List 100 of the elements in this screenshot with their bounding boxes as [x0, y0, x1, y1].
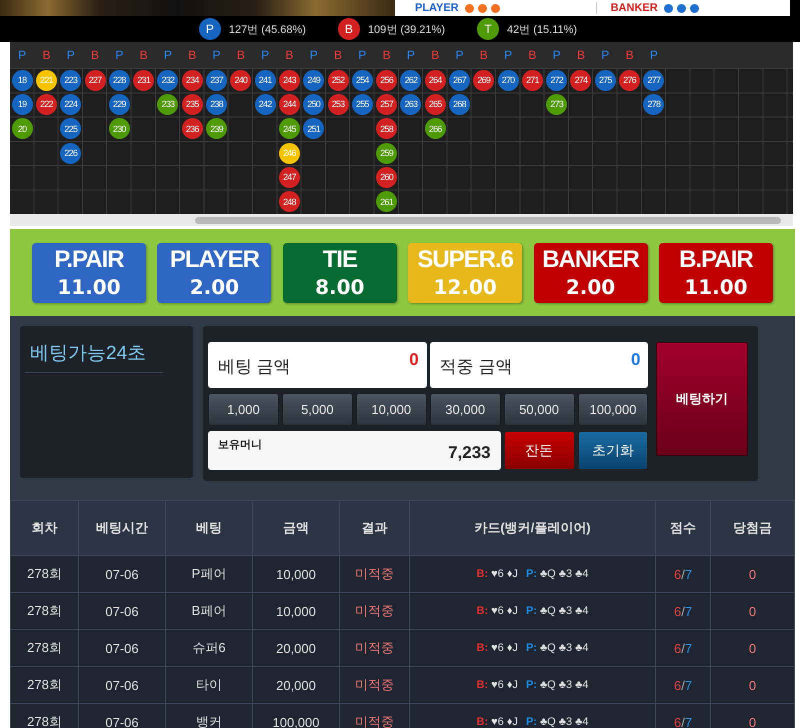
- bead: 221: [36, 70, 57, 91]
- result-dots-icon: [664, 4, 699, 12]
- bead: 276: [619, 70, 640, 91]
- bead: 271: [522, 70, 543, 91]
- bead: 272: [546, 70, 568, 91]
- player-cards: ♣Q ♣3 ♣4: [540, 716, 588, 728]
- column-header: B: [140, 48, 148, 62]
- chip-button[interactable]: 50,000: [504, 393, 575, 426]
- bead: 235: [182, 94, 203, 115]
- table-cell: B페어: [166, 592, 252, 630]
- change-button[interactable]: 잔돈: [504, 431, 575, 470]
- winnings-cell: 0: [710, 666, 794, 704]
- chip-button[interactable]: 10,000: [356, 393, 427, 426]
- column-header: P: [552, 48, 561, 62]
- bead: 245: [278, 118, 300, 140]
- player-cards: ♣Q ♣3 ♣4: [540, 568, 588, 580]
- bead: 234: [182, 70, 203, 91]
- column-header: B: [334, 48, 342, 62]
- chip-button[interactable]: 1,000: [208, 393, 279, 426]
- bead: 259: [376, 142, 398, 164]
- player-cards: ♣Q ♣3 ♣4: [540, 605, 588, 617]
- result-cell: 미적중: [340, 666, 410, 704]
- bead: 223: [60, 70, 82, 91]
- winnings-cell: 0: [710, 556, 794, 592]
- bead: 239: [206, 118, 228, 140]
- table-cell: 07-06: [78, 592, 166, 630]
- hit-amount-field: 적중 금액 0: [430, 342, 648, 388]
- column-header: B: [528, 48, 536, 62]
- player-label: P:: [526, 568, 537, 580]
- column-header: B: [382, 48, 391, 62]
- bead: 260: [376, 166, 398, 188]
- bead: 274: [570, 70, 592, 91]
- table-cell: 278회: [10, 704, 78, 728]
- bead: 266: [424, 118, 446, 140]
- bead: 268: [448, 94, 470, 115]
- bet-option-button[interactable]: B.PAIR 11.00: [658, 242, 773, 302]
- column-header: 회차: [10, 500, 78, 556]
- stat-count: 127번 (45.68%): [228, 22, 306, 36]
- table-cell: 278회: [10, 592, 78, 630]
- bead: 246: [278, 142, 300, 164]
- column-header: P: [115, 48, 124, 62]
- score-separator: /: [681, 714, 685, 728]
- banker-score: 6: [674, 678, 682, 692]
- bead: 240: [230, 70, 252, 91]
- bead: 238: [206, 94, 228, 115]
- column-header: B: [431, 48, 440, 62]
- player-label: PLAYER: [415, 2, 459, 14]
- chip-button[interactable]: 5,000: [282, 393, 353, 426]
- bead: 255: [352, 94, 373, 115]
- player-cards: ♣Q ♣3 ♣4: [540, 679, 588, 691]
- column-header: B: [480, 48, 488, 62]
- column-header: P: [455, 48, 464, 62]
- balance-field: 보유머니 7,233: [208, 431, 501, 470]
- column-header: P: [212, 48, 221, 62]
- bet-option-button[interactable]: TIE 8.00: [282, 242, 397, 302]
- bead: 278: [643, 94, 664, 115]
- player-score: 7: [684, 714, 692, 728]
- bead: 231: [133, 70, 154, 91]
- column-header: 당첨금: [710, 500, 794, 556]
- place-bet-button[interactable]: 베팅하기: [656, 342, 748, 456]
- bet-amount-field: 베팅 금액 0: [208, 342, 427, 388]
- banker-score: 6: [674, 640, 682, 656]
- bead: 263: [400, 94, 422, 115]
- score-separator: /: [681, 640, 685, 656]
- bead: 233: [157, 94, 178, 115]
- bead: 224: [60, 94, 82, 115]
- banker-cards: ♥6 ♦J: [491, 716, 518, 728]
- bead: 20: [12, 118, 33, 140]
- bead: 19: [12, 94, 33, 115]
- banker-label: B:: [476, 605, 488, 617]
- column-header: P: [164, 48, 172, 62]
- result-cell: 미적중: [340, 630, 410, 666]
- reset-button[interactable]: 초기화: [578, 431, 648, 470]
- chip-button[interactable]: 30,000: [430, 393, 501, 426]
- betting-timer: 베팅가능24초: [25, 340, 163, 373]
- banker-label: B:: [476, 568, 488, 580]
- column-header: P: [66, 48, 75, 62]
- column-header: B: [188, 48, 196, 62]
- table-cell: 슈퍼6: [166, 630, 252, 666]
- player-label: P:: [526, 642, 537, 654]
- column-header: B: [91, 48, 100, 62]
- banker-label: B:: [476, 716, 488, 728]
- stat-badge: B: [338, 18, 360, 40]
- bet-option-button[interactable]: PLAYER 2.00: [157, 242, 272, 302]
- bead: 243: [278, 70, 300, 91]
- horizontal-scrollbar[interactable]: [10, 214, 793, 226]
- bead: 270: [498, 70, 519, 91]
- banker-label: B:: [476, 679, 488, 691]
- bead: 248: [278, 191, 300, 212]
- bead: 230: [108, 118, 130, 140]
- bead: 254: [352, 70, 373, 91]
- bet-option-button[interactable]: P.PAIR 11.00: [32, 242, 146, 302]
- chip-button[interactable]: 100,000: [578, 393, 648, 426]
- column-header: B: [626, 48, 634, 62]
- column-header: P: [358, 48, 366, 62]
- table-cell: 10,000: [252, 556, 340, 592]
- stat-badge: T: [476, 18, 499, 40]
- column-header: B: [285, 48, 294, 62]
- bet-option-button[interactable]: BANKER 2.00: [534, 242, 648, 302]
- score-separator: /: [681, 678, 685, 692]
